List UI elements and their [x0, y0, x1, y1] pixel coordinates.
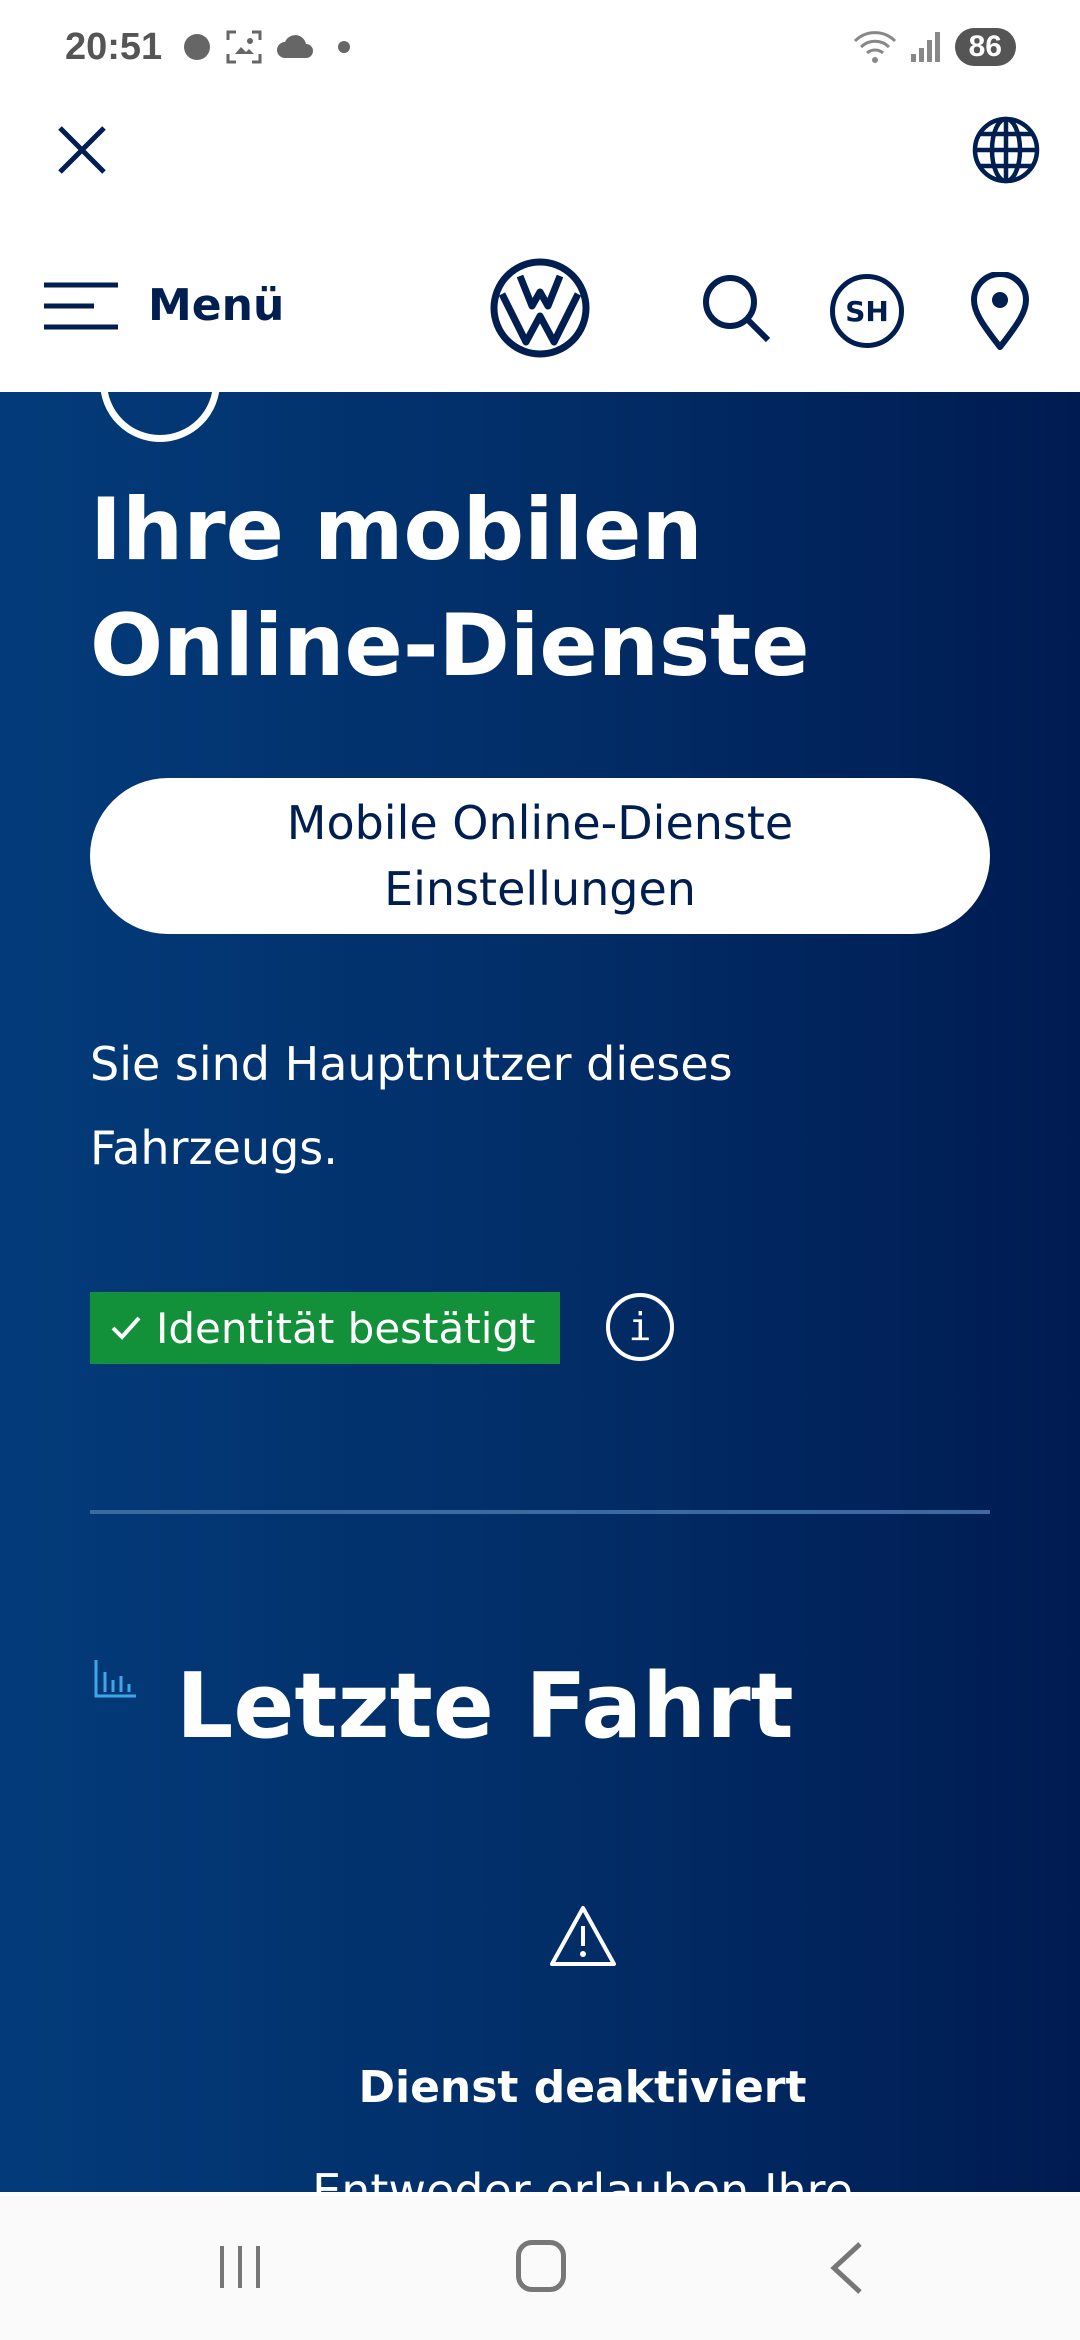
recent-apps-icon[interactable] — [216, 2242, 264, 2292]
back-icon[interactable] — [826, 2240, 866, 2296]
menu-label: Menü — [148, 280, 285, 331]
identity-badge-label: Identität bestätigt — [156, 1303, 536, 1353]
checkmark-icon — [111, 1316, 141, 1340]
main-user-text: Sie sind Hauptnutzer dieses Fahrzeugs. — [90, 1037, 733, 1175]
status-icons-right: 86 — [853, 28, 1016, 66]
cloud-icon — [277, 35, 313, 58]
section-title-last-trip: Letzte Fahrt — [176, 1654, 794, 1759]
user-avatar-button[interactable]: SH — [830, 274, 904, 348]
home-icon[interactable] — [516, 2240, 566, 2292]
battery-indicator: 86 — [954, 28, 1016, 66]
bar-chart-icon — [94, 1660, 136, 1698]
hamburger-icon — [44, 282, 118, 329]
page-title: Ihre mobilen Online-Dienste — [90, 480, 810, 696]
search-icon[interactable] — [698, 270, 774, 346]
vw-logo[interactable] — [490, 258, 590, 358]
android-nav-bar — [0, 2196, 1080, 2340]
identity-status-badge: Identität bestätigt — [90, 1292, 560, 1364]
settings-button-line1: Mobile Online-Dienste — [286, 796, 794, 850]
record-dot-icon — [184, 34, 210, 60]
top-bar — [0, 100, 1080, 210]
main-content: Ihre mobilen Online-Dienste Mobile Onlin… — [0, 392, 1080, 2192]
section-icon-partial — [100, 392, 220, 442]
screenshot-icon — [226, 30, 262, 64]
signal-icon — [910, 32, 940, 62]
service-disabled-description: Entweder erlauben Ihre — [312, 2164, 853, 2192]
globe-icon[interactable] — [970, 114, 1042, 186]
status-bar: 20:51 86 — [0, 0, 1080, 100]
menu-button[interactable]: Menü — [44, 280, 284, 331]
info-icon[interactable]: i — [606, 1293, 674, 1361]
status-time: 20:51 — [65, 26, 163, 68]
location-pin-icon[interactable] — [968, 272, 1032, 352]
service-disabled-title: Dienst deaktiviert — [358, 2062, 807, 2113]
online-services-settings-button[interactable]: Mobile Online-Dienste Einstellungen — [90, 778, 990, 934]
dot-icon — [338, 41, 350, 53]
wifi-icon — [853, 31, 896, 63]
header-nav: Menü SH — [0, 210, 1080, 392]
settings-button-line2: Einstellungen — [384, 862, 696, 916]
close-icon[interactable] — [52, 120, 112, 180]
section-divider — [90, 1510, 990, 1514]
status-icons-left — [182, 30, 354, 64]
warning-icon — [550, 1906, 616, 1966]
